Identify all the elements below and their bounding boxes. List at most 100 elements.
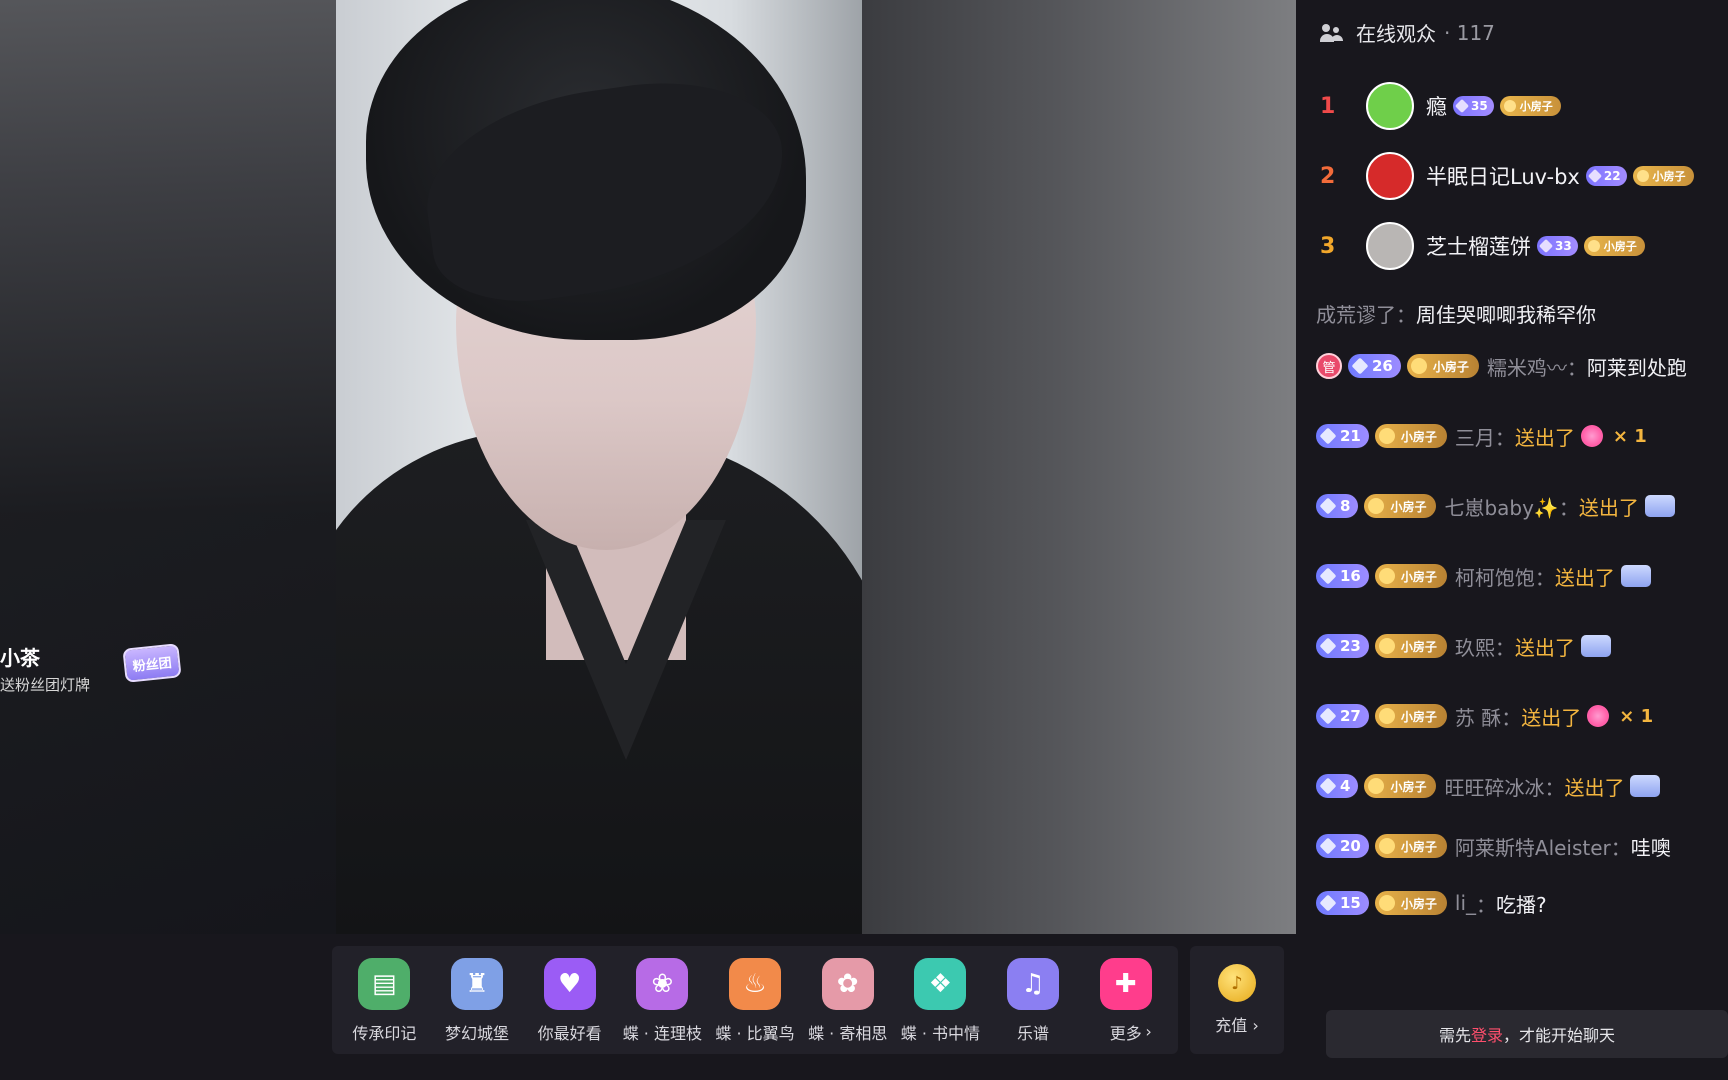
lollipop-gift-icon <box>1580 425 1603 447</box>
side-panel: 在线观众 · 117 1 瘾 35 小房子 2 半眠日记Luv-bx 22 小房子 3 芝士榴莲饼… <box>1296 0 1728 1080</box>
fan-club-badge[interactable]: 粉丝团 <box>122 643 182 683</box>
gift-sent-text: 送出了 <box>1514 425 1575 450</box>
heart-icon <box>1378 568 1395 584</box>
gift-sent-text: 送出了 <box>1514 635 1575 660</box>
avatar[interactable] <box>1366 222 1414 270</box>
heart-icon <box>1410 358 1427 374</box>
login-prompt-suffix: ，才能开始聊天 <box>1503 1026 1616 1045</box>
gift-label: 传承印记 <box>352 1024 417 1043</box>
level-value: 20 <box>1340 837 1361 855</box>
gift-sent-text: 送出了 <box>1554 565 1615 590</box>
chat-username[interactable]: 阿莱斯特Aleister <box>1455 832 1611 861</box>
fan-badge-label: 小房子 <box>1400 429 1437 444</box>
gift-item[interactable]: ✚ 更多 › <box>1079 946 1172 1054</box>
chat-text: 哇噢 <box>1630 835 1671 860</box>
online-viewers-header[interactable]: 在线观众 · 117 <box>1320 18 1495 47</box>
level-badge: 21 <box>1316 424 1369 448</box>
fan-badge-label: 小房子 <box>1400 709 1437 724</box>
gift-list: ▤ 传承印记 ♜ 梦幻城堡 ♥ 你最好看 ❀ 蝶 · 连理枝 ♨ 蝶 · 比翼鸟 ✿ 蝶 · 寄相思 ❖… <box>332 946 1178 1054</box>
heart-icon <box>1368 498 1385 514</box>
gift-item[interactable]: ♨ 蝶 · 比翼鸟 <box>709 946 802 1054</box>
fan-badge: 小房子 <box>1499 96 1561 116</box>
gem-icon <box>1319 637 1337 655</box>
chat-message[interactable]: 27 小房子 苏 酥：送出了 × 1 <box>1316 699 1728 733</box>
gift-box-icon: ✚ <box>1099 958 1152 1010</box>
live-room: 小茶 送粉丝团灯牌 粉丝团 ▤ 传承印记 ♜ 梦幻城堡 ♥ 你最好看 ❀ 蝶 · 连理枝 ♨ 蝶 … <box>0 0 1728 1080</box>
level-value: 26 <box>1372 357 1393 375</box>
chat-message[interactable]: 23 小房子 玖熙：送出了 <box>1316 629 1728 663</box>
top-viewer-row[interactable]: 1 瘾 35 小房子 <box>1320 80 1561 132</box>
chat-message[interactable]: 20 小房子 阿莱斯特Aleister：哇噢 <box>1316 829 1728 863</box>
gift-item[interactable]: ♥ 你最好看 <box>523 946 616 1054</box>
fan-badge: 小房子 <box>1374 704 1447 728</box>
fan-badge-label: 小房子 <box>1390 499 1427 514</box>
chat-message[interactable]: 15 小房子 li_：吃播? <box>1316 886 1728 920</box>
chat-message[interactable]: 管 26 小房子 糯米鸡〰：阿莱到处跑 <box>1316 349 1728 383</box>
level-value: 4 <box>1340 777 1351 795</box>
gem-icon <box>1319 497 1337 515</box>
gift-label: 蝶 · 连理枝 <box>622 1024 702 1043</box>
gift-sent-text: 送出了 <box>1578 495 1639 520</box>
gift-label: 蝶 · 比翼鸟 <box>715 1024 795 1043</box>
chat-username[interactable]: 苏 酥 <box>1455 702 1501 731</box>
top-viewer-row[interactable]: 3 芝士榴莲饼 33 小房子 <box>1320 220 1645 272</box>
viewer-name: 芝士榴莲饼 <box>1426 235 1531 259</box>
fan-badge: 小房子 <box>1406 354 1479 378</box>
chat-username[interactable]: 糯米鸡〰 <box>1487 352 1567 381</box>
gift-item[interactable]: ▤ 传承印记 <box>338 946 431 1054</box>
viewer-name: 瘾 <box>1426 95 1447 119</box>
level-badge: 22 <box>1585 166 1627 186</box>
level-badge: 4 <box>1316 774 1359 798</box>
gift-item[interactable]: ♫ 乐谱 <box>987 946 1080 1054</box>
avatar[interactable] <box>1366 82 1414 130</box>
gift-item[interactable]: ❖ 蝶 · 书中情 <box>894 946 987 1054</box>
heart-icon <box>1587 240 1600 252</box>
gift-label: 蝶 · 寄相思 <box>808 1024 888 1043</box>
gem-icon <box>1319 567 1337 585</box>
heart-icon <box>1378 708 1395 724</box>
heart-badge-icon: ♥ <box>543 958 596 1010</box>
avatar[interactable] <box>1366 152 1414 200</box>
level-value: 21 <box>1340 427 1361 445</box>
castle-icon: ♜ <box>451 958 503 1010</box>
gift-item[interactable]: ♜ 梦幻城堡 <box>431 946 524 1054</box>
gift-item[interactable]: ❀ 蝶 · 连理枝 <box>616 946 709 1054</box>
login-link[interactable]: 登录 <box>1471 1022 1503 1046</box>
fan-club-card[interactable]: 小茶 送粉丝团灯牌 粉丝团 <box>0 632 190 704</box>
chat-username[interactable]: 柯柯饱饱 <box>1455 562 1535 591</box>
chat-colon: ： <box>1396 302 1416 327</box>
recharge-button[interactable]: ♪ 充值 › <box>1190 946 1284 1054</box>
level-badge: 8 <box>1316 494 1359 518</box>
chat-username[interactable]: 玖熙 <box>1455 632 1495 661</box>
fan-badge-label: 小房子 <box>1519 100 1553 113</box>
chat-username[interactable]: 旺旺碎冰冰 <box>1444 772 1544 801</box>
chat-message[interactable]: 8 小房子 七崽baby✨：送出了 <box>1316 489 1728 523</box>
chat-username[interactable]: 三月 <box>1455 422 1495 451</box>
fan-badge-label: 小房子 <box>1603 240 1637 253</box>
fan-badge: 小房子 <box>1374 424 1447 448</box>
login-prompt[interactable]: 需先 登录 ，才能开始聊天 <box>1326 1010 1728 1058</box>
chat-username[interactable]: 成荒谬了 <box>1316 299 1396 328</box>
chat-username[interactable]: 七崽baby✨ <box>1444 492 1558 521</box>
chat-message[interactable]: 成荒谬了：周佳哭唧唧我稀罕你 <box>1316 296 1728 330</box>
level-value: 8 <box>1340 497 1351 515</box>
bird-icon: ♨ <box>729 958 782 1010</box>
fan-badge-label: 小房子 <box>1652 170 1686 183</box>
chat-colon: ： <box>1534 565 1555 590</box>
gift-item[interactable]: ✿ 蝶 · 寄相思 <box>801 946 894 1054</box>
level-value: 35 <box>1471 99 1488 113</box>
gift-label: 蝶 · 书中情 <box>900 1024 980 1043</box>
level-badge: 20 <box>1316 834 1369 858</box>
chat-username[interactable]: li_ <box>1455 891 1476 915</box>
chat-message[interactable]: 4 小房子 旺旺碎冰冰：送出了 <box>1316 769 1728 803</box>
video-stage[interactable]: 小茶 送粉丝团灯牌 粉丝团 <box>0 0 1296 934</box>
top-viewer-row[interactable]: 2 半眠日记Luv-bx 22 小房子 <box>1320 150 1694 202</box>
manager-badge: 管 <box>1316 353 1342 379</box>
gem-icon <box>1351 357 1369 375</box>
fan-badge: 小房子 <box>1583 236 1645 256</box>
fan-badge-label: 小房子 <box>1400 896 1437 911</box>
gem-icon <box>1538 238 1554 254</box>
chat-message[interactable]: 16 小房子 柯柯饱饱：送出了 <box>1316 559 1728 593</box>
stage-backdrop-right <box>862 0 1296 934</box>
chat-message[interactable]: 21 小房子 三月：送出了 × 1 <box>1316 419 1728 453</box>
